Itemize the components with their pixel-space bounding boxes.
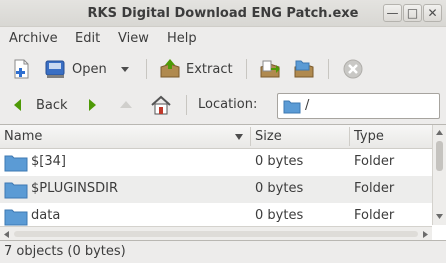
location-input[interactable]: / bbox=[277, 93, 440, 119]
column-name-header[interactable]: Name bbox=[4, 129, 42, 144]
menu-bar: Archive Edit View Help bbox=[0, 27, 446, 51]
folder-icon bbox=[4, 182, 28, 199]
horizontal-scrollbar[interactable] bbox=[0, 226, 432, 240]
column-type-header[interactable]: Type bbox=[354, 129, 384, 144]
title-bar: RKS Digital Download ENG Patch.exe — □ ✕ bbox=[0, 0, 446, 27]
file-list: Name Size Type $[34] 0 bytes Folder $PLU… bbox=[0, 124, 446, 241]
stop-icon bbox=[343, 59, 363, 79]
column-divider bbox=[250, 127, 251, 146]
dropdown-arrow-icon bbox=[121, 67, 129, 72]
home-icon bbox=[151, 95, 171, 115]
forward-arrow-icon bbox=[89, 99, 96, 111]
folder-icon bbox=[4, 209, 28, 226]
minimize-icon: — bbox=[386, 6, 399, 20]
add-folder-icon bbox=[294, 60, 314, 78]
toolbar: Open Extract bbox=[0, 51, 446, 87]
extract-label: Extract bbox=[186, 61, 233, 77]
vertical-scrollbar[interactable] bbox=[432, 125, 446, 225]
toolbar-separator bbox=[246, 59, 247, 79]
status-bar: 7 objects (0 bytes) bbox=[0, 241, 446, 263]
add-files-icon bbox=[260, 60, 280, 78]
add-folder-button[interactable] bbox=[292, 57, 316, 81]
back-arrow-icon bbox=[14, 99, 21, 111]
toolbar-separator bbox=[146, 59, 147, 79]
maximize-button[interactable]: □ bbox=[403, 4, 422, 22]
toolbar-separator bbox=[186, 95, 187, 115]
column-size-header[interactable]: Size bbox=[255, 129, 282, 144]
forward-button[interactable] bbox=[84, 93, 100, 117]
folder-icon bbox=[283, 100, 301, 114]
location-bar: Back Location: / bbox=[0, 87, 446, 124]
file-row[interactable]: $[34] 0 bytes Folder bbox=[0, 149, 432, 176]
open-button[interactable]: Open bbox=[44, 57, 107, 81]
folder-icon bbox=[4, 155, 28, 172]
file-row[interactable]: $PLUGINSDIR 0 bytes Folder bbox=[0, 176, 432, 203]
scroll-left-icon bbox=[4, 231, 9, 238]
menu-edit[interactable]: Edit bbox=[75, 31, 100, 46]
add-files-button[interactable] bbox=[258, 57, 282, 81]
file-size: 0 bytes bbox=[255, 154, 304, 169]
open-label: Open bbox=[72, 61, 107, 77]
file-name: data bbox=[31, 208, 61, 223]
stop-button[interactable] bbox=[342, 57, 364, 81]
back-button[interactable]: Back bbox=[10, 93, 68, 117]
menu-archive[interactable]: Archive bbox=[9, 31, 58, 46]
scroll-down-icon bbox=[436, 214, 443, 219]
up-button[interactable] bbox=[118, 93, 134, 117]
minimize-button[interactable]: — bbox=[383, 4, 402, 22]
file-size: 0 bytes bbox=[255, 208, 304, 223]
extract-button[interactable]: Extract bbox=[158, 57, 233, 81]
status-text: 7 objects (0 bytes) bbox=[4, 244, 126, 259]
scroll-right-icon bbox=[423, 231, 428, 238]
file-name: $[34] bbox=[31, 154, 66, 169]
file-size: 0 bytes bbox=[255, 181, 304, 196]
file-type: Folder bbox=[354, 181, 395, 196]
new-archive-icon bbox=[14, 59, 29, 79]
column-divider bbox=[349, 127, 350, 146]
maximize-icon: □ bbox=[406, 6, 419, 20]
location-path: / bbox=[305, 98, 310, 113]
location-label: Location: bbox=[198, 97, 258, 112]
window-title: RKS Digital Download ENG Patch.exe bbox=[87, 6, 359, 21]
toolbar-separator bbox=[328, 59, 329, 79]
close-button[interactable]: ✕ bbox=[423, 4, 442, 22]
close-icon: ✕ bbox=[427, 6, 438, 20]
new-archive-button[interactable] bbox=[10, 57, 32, 81]
open-icon bbox=[45, 60, 65, 78]
column-header: Name Size Type bbox=[0, 125, 432, 149]
file-name: $PLUGINSDIR bbox=[31, 181, 118, 196]
file-type: Folder bbox=[354, 154, 395, 169]
extract-icon bbox=[160, 59, 180, 78]
back-label: Back bbox=[36, 97, 68, 113]
sort-arrow-icon bbox=[235, 134, 243, 140]
home-button[interactable] bbox=[150, 93, 172, 117]
menu-view[interactable]: View bbox=[118, 31, 149, 46]
up-arrow-icon bbox=[120, 101, 132, 108]
menu-help[interactable]: Help bbox=[167, 31, 197, 46]
file-type: Folder bbox=[354, 208, 395, 223]
scrollbar-thumb[interactable] bbox=[14, 231, 418, 237]
open-dropdown-button[interactable] bbox=[120, 57, 130, 81]
scrollbar-thumb[interactable] bbox=[436, 141, 443, 171]
scroll-up-icon bbox=[436, 130, 443, 135]
